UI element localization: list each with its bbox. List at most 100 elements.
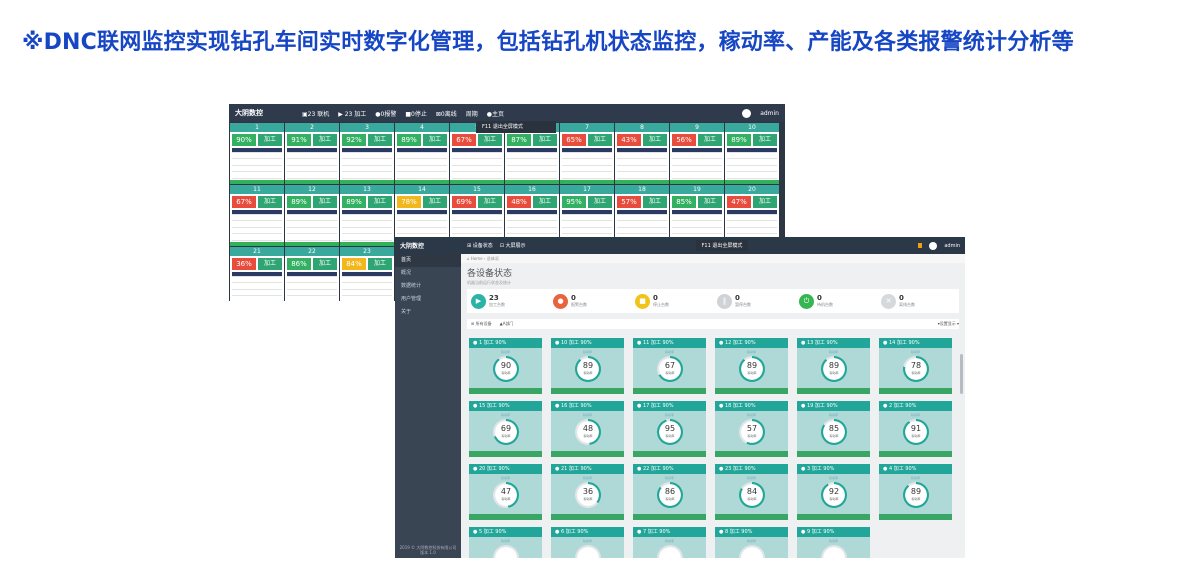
tab-bigscreen[interactable]: ⊡ 大屏展示 [500,242,526,249]
device-tile[interactable]: ● 1 加工 90% 稼动率 90 稼动率 [469,338,542,394]
filter-all-devices[interactable]: ⊞ 所有设备 [471,321,492,327]
filter-department[interactable]: ▲A部门 [500,321,514,327]
device-tile[interactable]: ● 6 加工 90%稼动率稼动率 [551,527,624,558]
detail-line [342,285,392,290]
device-tile[interactable]: ● 10 加工 90% 稼动率 89 稼动率 [551,338,624,394]
device-tile[interactable]: ● 16 加工 90% 稼动率 48 稼动率 [551,401,624,457]
tile-rate-label: 稼动率 [500,350,510,354]
detail-line [507,168,557,173]
user-name[interactable]: admin [760,110,779,117]
tile-header: ● 6 加工 90% [551,527,624,537]
scrollbar[interactable] [960,354,963,394]
nav-item[interactable]: ●0报警 [375,109,396,118]
detail-line [342,217,392,222]
nav-item[interactable]: ●主页 [487,109,504,118]
machine-card[interactable]: 7 65% 加工 [560,123,614,184]
machine-card[interactable]: 3 92% 加工 [340,123,394,184]
tile-rate-label: 稼动率 [664,476,674,480]
detail-line [232,210,282,215]
stat-box[interactable]: ✕ 0 离线台数 [877,293,959,309]
detail-line [507,223,557,228]
machine-card[interactable]: 21 36% 加工 [230,247,284,301]
stat-box[interactable]: ‖ 0 暂停台数 [713,293,795,309]
stat-box[interactable]: ▶ 23 加工台数 [467,293,549,309]
utilization-badge: 48% [507,196,531,208]
device-tile[interactable]: ● 23 加工 90% 稼动率 84 稼动率 [715,464,788,520]
machine-card[interactable]: 12 89% 加工 [285,185,339,246]
stat-box[interactable]: ● 0 报警台数 [549,293,631,309]
user-name[interactable]: admin [944,243,960,249]
machine-card[interactable]: 1 90% 加工 [230,123,284,184]
machine-status-row: 89% 加工 [340,194,394,209]
tab-device-status[interactable]: ⊞ 设备状态 [467,242,493,249]
dial-unit: 稼动率 [829,434,839,438]
state-badge: 加工 [368,258,392,270]
dial-value: 86 [664,487,676,496]
nav-item[interactable]: ⊠0离线 [436,109,457,118]
tile-header: ● 22 加工 90% [633,464,706,474]
device-tile[interactable]: ● 12 加工 90% 稼动率 89 稼动率 [715,338,788,394]
tile-status-bar [633,388,706,394]
utilization-badge: 43% [617,134,641,146]
sidebar-item-statistics[interactable]: 数据统计 [395,280,461,293]
device-tile[interactable]: ● 9 加工 90%稼动率稼动率 [797,527,870,558]
breadcrumb[interactable]: ⌂ Home › 总体况 [461,254,965,263]
device-tile[interactable]: ● 11 加工 90% 稼动率 67 稼动率 [633,338,706,394]
sidebar-item-overview[interactable]: 概况 [395,267,461,280]
device-tile[interactable]: ● 5 加工 90%稼动率稼动率 [469,527,542,558]
device-tile[interactable]: ● 4 加工 90% 稼动率 89 稼动率 [879,464,952,520]
nav-item[interactable]: ▣23 联机 [302,109,329,118]
machine-card[interactable]: 13 89% 加工 [340,185,394,246]
machine-card[interactable]: 10 89% 加工 [725,123,779,184]
device-tile[interactable]: ● 18 加工 90% 稼动率 57 稼动率 [715,401,788,457]
tile-status-bar [469,514,542,520]
utilization-dial: 84 稼动率 [739,482,765,508]
avatar[interactable] [929,241,938,250]
stat-box[interactable]: ■ 0 停止台数 [631,293,713,309]
machine-card[interactable]: 4 89% 加工 [395,123,449,184]
machine-id: 19 [670,185,724,194]
nav-item[interactable]: ■0停止 [405,109,427,118]
device-tile[interactable]: ● 19 加工 90% 稼动率 85 稼动率 [797,401,870,457]
dial-unit: 稼动率 [665,497,675,501]
detail-line [672,174,722,179]
dial-value: 69 [500,424,512,433]
device-tile[interactable]: ● 15 加工 90% 稼动率 69 稼动率 [469,401,542,457]
device-tile[interactable]: ● 3 加工 90% 稼动率 92 稼动率 [797,464,870,520]
device-tile[interactable]: ● 8 加工 90%稼动率稼动率 [715,527,788,558]
dial-value: 92 [828,487,840,496]
sidebar-item-about[interactable]: 关于 [395,306,461,319]
dial-unit: 稼动率 [747,371,757,375]
stat-box[interactable]: ⏻ 0 待机台数 [795,293,877,309]
machine-card[interactable]: 23 84% 加工 [340,247,394,301]
machine-card[interactable]: 2 91% 加工 [285,123,339,184]
device-tile[interactable]: ● 13 加工 90% 稼动率 89 稼动率 [797,338,870,394]
avatar[interactable] [742,108,752,118]
nav-item[interactable]: 周期 [466,109,478,118]
detail-line [287,155,337,160]
machine-card[interactable]: 22 86% 加工 [285,247,339,301]
detail-line [672,155,722,160]
device-tile[interactable]: ● 17 加工 90% 稼动率 95 稼动率 [633,401,706,457]
device-tile[interactable]: ● 2 加工 90% 稼动率 91 稼动率 [879,401,952,457]
machine-card[interactable]: 9 56% 加工 [670,123,724,184]
status-icon: ⏻ [799,293,814,309]
machine-card[interactable]: 8 43% 加工 [615,123,669,184]
device-tile[interactable]: ● 20 加工 90% 稼动率 47 稼动率 [469,464,542,520]
display-settings-dropdown[interactable]: ▾设置显示 ▾ [938,321,959,327]
nav-item[interactable]: ▶ 23 加工 [338,109,366,118]
tile-status-bar [715,388,788,394]
detail-line [617,223,667,228]
device-tile[interactable]: ● 14 加工 90% 稼动率 78 稼动率 [879,338,952,394]
machine-card[interactable]: 11 67% 加工 [230,185,284,246]
status-strip [340,241,394,246]
sidebar-item-users[interactable]: 用户管理 [395,293,461,306]
device-tile[interactable]: ● 7 加工 90%稼动率稼动率 [633,527,706,558]
sidebar-item-home[interactable]: 首页 [395,254,461,267]
device-tile[interactable]: ● 21 加工 90% 稼动率 36 稼动率 [551,464,624,520]
tile-rate-label: 稼动率 [746,350,756,354]
brand-logo: 大阴数控 [235,109,263,117]
device-tile[interactable]: ● 22 加工 90% 稼动率 86 稼动率 [633,464,706,520]
bell-icon[interactable] [918,243,923,248]
tile-status-bar [551,451,624,457]
